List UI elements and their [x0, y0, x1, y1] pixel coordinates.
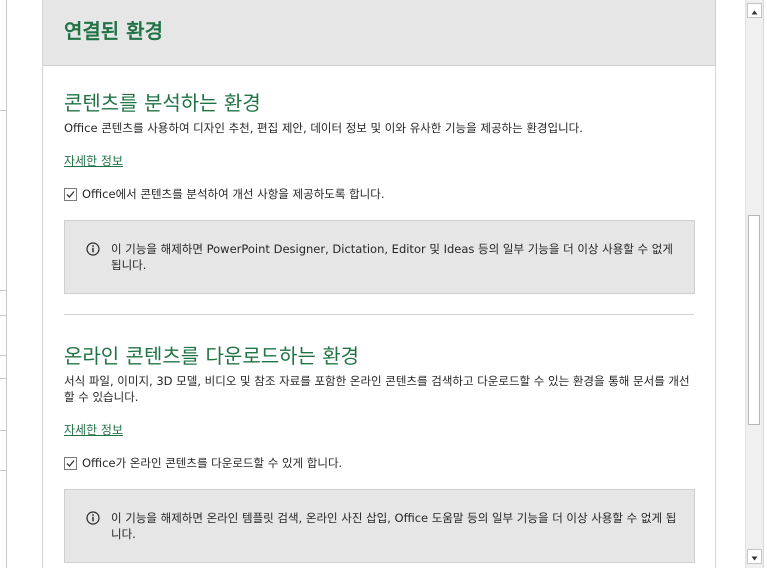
edge-divider	[0, 378, 6, 379]
edge-divider	[0, 355, 6, 356]
info-text-analyze: 이 기능을 해제하면 PowerPoint Designer, Dictatio…	[111, 242, 673, 272]
info-box-download: 이 기능을 해제하면 온라인 템플릿 검색, 온라인 사진 삽입, Office…	[64, 489, 695, 563]
chevron-down-icon	[751, 556, 758, 561]
download-content-checkbox-row[interactable]: Office가 온라인 콘텐츠를 다운로드할 수 있게 합니다.	[64, 455, 342, 471]
page-title: 연결된 환경	[64, 19, 163, 43]
learn-more-link-analyze[interactable]: 자세한 정보	[64, 152, 123, 169]
info-text-download: 이 기능을 해제하면 온라인 템플릿 검색, 온라인 사진 삽입, Office…	[111, 511, 677, 541]
info-icon	[86, 511, 100, 525]
analyze-content-checkbox-row[interactable]: Office에서 콘텐츠를 분석하여 개선 사항을 제공하도록 합니다.	[64, 186, 385, 202]
page-header: 연결된 환경	[43, 0, 715, 66]
section-description-analyze-content: Office 콘텐츠를 사용하여 디자인 추천, 편집 제안, 데이터 정보 및…	[64, 121, 583, 135]
edge-divider	[0, 430, 6, 431]
window-right-edge	[763, 0, 767, 568]
download-content-checkbox[interactable]	[64, 456, 77, 470]
scroll-down-button[interactable]	[747, 549, 762, 564]
learn-more-link-download[interactable]: 자세한 정보	[64, 421, 123, 438]
info-icon	[86, 242, 100, 256]
download-content-checkbox-label: Office가 온라인 콘텐츠를 다운로드할 수 있게 합니다.	[82, 456, 343, 470]
chevron-up-icon	[751, 10, 758, 15]
analyze-content-checkbox-label: Office에서 콘텐츠를 분석하여 개선 사항을 제공하도록 합니다.	[82, 187, 385, 201]
section-title-analyze-content: 콘텐츠를 분석하는 환경	[64, 91, 261, 115]
analyze-content-checkbox[interactable]	[64, 187, 77, 201]
checkmark-icon	[66, 190, 75, 198]
edge-divider	[0, 290, 6, 291]
scroll-thumb[interactable]	[748, 215, 760, 425]
edge-divider	[0, 110, 6, 111]
privacy-settings-window: 연결된 환경 콘텐츠를 분석하는 환경 Office 콘텐츠를 사용하여 디자인…	[0, 0, 767, 568]
background-window-edge	[0, 0, 7, 568]
edge-divider	[0, 470, 6, 471]
scroll-up-button[interactable]	[747, 3, 762, 18]
section-title-download-content: 온라인 콘텐츠를 다운로드하는 환경	[64, 344, 360, 368]
section-divider	[64, 314, 694, 315]
settings-pane: 연결된 환경 콘텐츠를 분석하는 환경 Office 콘텐츠를 사용하여 디자인…	[42, 0, 716, 568]
edge-divider	[0, 315, 6, 316]
checkmark-icon	[66, 459, 75, 467]
info-box-analyze: 이 기능을 해제하면 PowerPoint Designer, Dictatio…	[64, 220, 695, 294]
section-description-download-content: 서식 파일, 이미지, 3D 모델, 비디오 및 참조 자료를 포함한 온라인 …	[64, 374, 690, 404]
vertical-scrollbar[interactable]	[745, 0, 763, 568]
